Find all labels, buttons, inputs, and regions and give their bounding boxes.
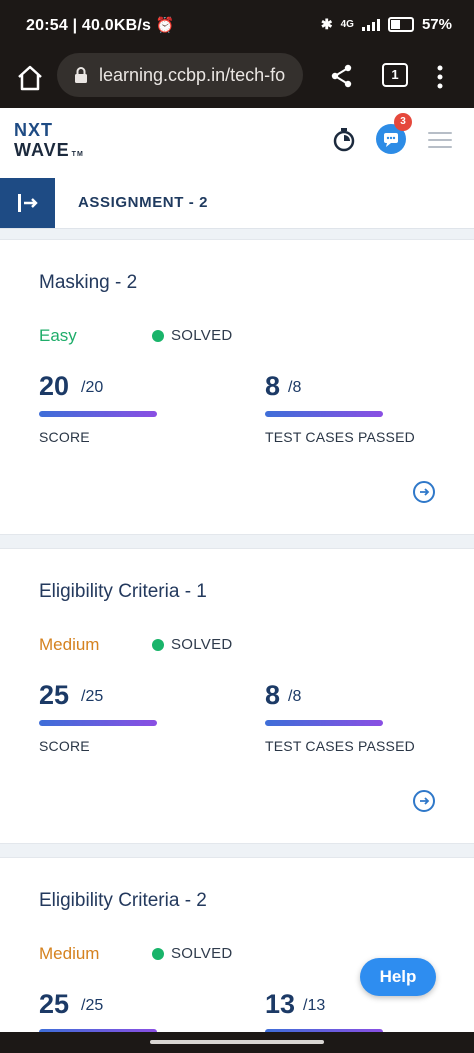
assignment-bar: ASSIGNMENT - 2	[0, 178, 474, 229]
score-label: SCORE	[39, 429, 90, 445]
test-cases-progress-bar	[265, 720, 383, 726]
status-badge: SOLVED	[152, 945, 233, 962]
score-value: 25	[39, 989, 70, 1019]
assignment-title: ASSIGNMENT - 2	[78, 194, 209, 211]
status-icons: ✱ 4G 57%	[321, 16, 452, 33]
score-value: 25	[39, 680, 70, 710]
question-card[interactable]: Eligibility Criteria - 2 Medium SOLVED 2…	[0, 857, 474, 1035]
battery-icon	[387, 17, 414, 32]
test-cases-label: TEST CASES PASSED	[265, 429, 415, 445]
solved-dot-icon	[152, 947, 164, 960]
arrow-right-icon	[420, 797, 430, 805]
test-cases-total: /8	[288, 379, 302, 396]
test-cases-value: 8	[265, 680, 281, 710]
share-icon	[331, 64, 352, 88]
status-bar: 20:54 | 40.0KB/s ⏰ ✱ 4G 57%	[0, 0, 474, 50]
question-card[interactable]: Masking - 2 Easy SOLVED 20 /20 SCORE 8 /…	[0, 239, 474, 535]
open-question-button[interactable]	[413, 790, 435, 812]
difficulty-label: Medium	[39, 635, 100, 654]
home-button[interactable]	[14, 62, 46, 94]
score-value: 20	[39, 371, 70, 401]
home-icon	[18, 65, 42, 91]
score-label: SCORE	[39, 738, 90, 754]
bluetooth-icon: ✱	[320, 16, 333, 32]
more-vertical-icon	[437, 65, 443, 89]
sidebar-toggle-button[interactable]	[0, 178, 55, 228]
score-total: /25	[81, 688, 104, 705]
difficulty-label: Medium	[39, 944, 100, 963]
score-total: /25	[81, 997, 104, 1014]
test-cases-value: 13	[265, 989, 296, 1019]
url-bar[interactable]: learning.ccbp.in/tech-fo	[57, 53, 303, 97]
hamburger-menu-icon[interactable]	[428, 132, 452, 150]
browser-toolbar: learning.ccbp.in/tech-fo 1	[0, 50, 474, 108]
score-progress-bar	[39, 720, 157, 726]
expand-sidebar-icon	[18, 194, 38, 212]
question-card[interactable]: Eligibility Criteria - 1 Medium SOLVED 2…	[0, 548, 474, 844]
browser-menu-button[interactable]	[430, 62, 450, 92]
share-button[interactable]	[328, 62, 356, 90]
solved-dot-icon	[152, 638, 164, 651]
test-cases-total: /8	[288, 688, 302, 705]
test-cases-value: 8	[265, 371, 281, 401]
score-total: /20	[81, 379, 104, 396]
signal-icon	[361, 18, 380, 31]
status-badge: SOLVED	[152, 327, 233, 344]
network-type: 4G	[340, 19, 354, 30]
battery-percent: 57%	[421, 16, 452, 33]
system-nav-bar	[0, 1032, 474, 1053]
difficulty-label: Easy	[39, 326, 77, 345]
open-question-button[interactable]	[413, 481, 435, 503]
help-button[interactable]: Help	[360, 958, 436, 996]
status-badge: SOLVED	[152, 636, 233, 653]
test-cases-progress-bar	[265, 411, 383, 417]
solved-dot-icon	[152, 329, 164, 342]
stopwatch-icon[interactable]	[331, 126, 357, 157]
notification-badge: 3	[394, 113, 412, 131]
test-cases-label: TEST CASES PASSED	[265, 738, 415, 754]
score-progress-bar	[39, 411, 157, 417]
question-title: Eligibility Criteria - 1	[39, 581, 207, 602]
lock-icon	[75, 67, 87, 83]
question-title: Eligibility Criteria - 2	[39, 890, 207, 911]
arrow-right-icon	[420, 488, 430, 496]
tab-switcher-button[interactable]: 1	[382, 63, 408, 87]
status-time-speed: 20:54 | 40.0KB/s ⏰	[26, 17, 175, 34]
alarm-icon: ⏰	[155, 17, 175, 34]
question-title: Masking - 2	[39, 272, 138, 293]
url-text: learning.ccbp.in/tech-fo	[99, 65, 286, 85]
nxtwave-logo[interactable]: NXT WAVE TM	[14, 120, 104, 170]
test-cases-total: /13	[303, 997, 326, 1014]
gesture-handle[interactable]	[150, 1040, 324, 1044]
